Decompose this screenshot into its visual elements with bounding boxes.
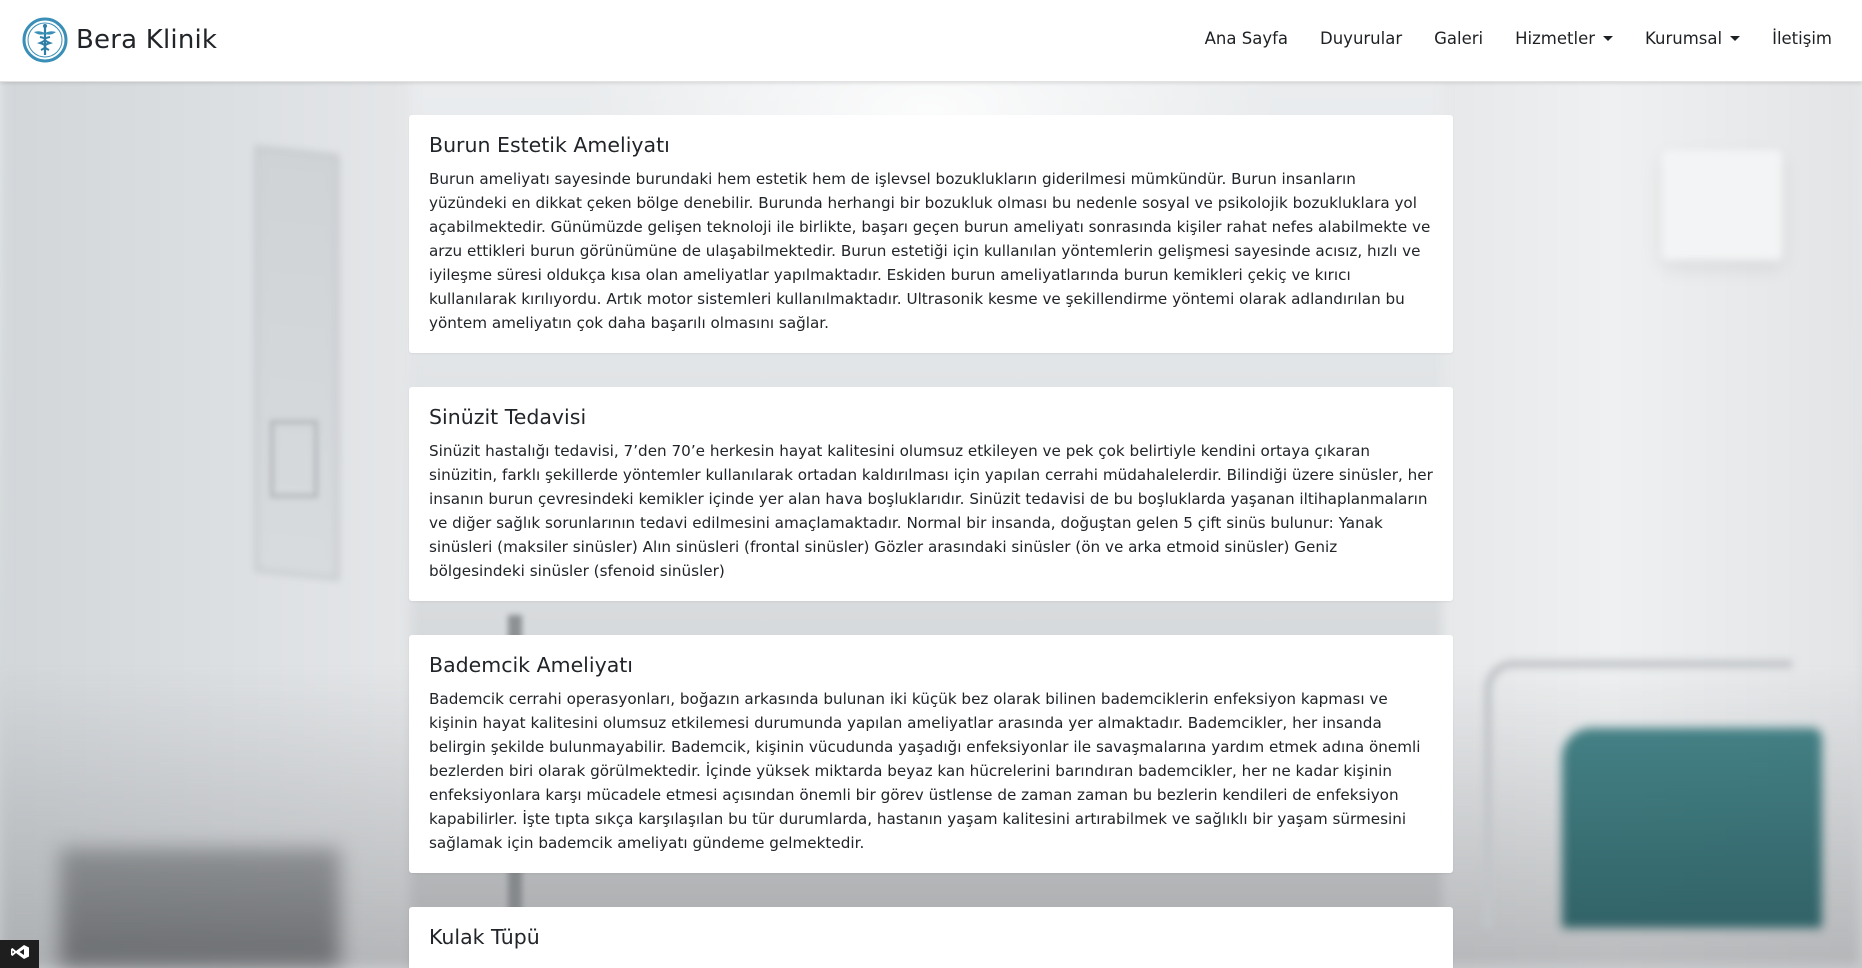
nav-item-label: Ana Sayfa (1204, 29, 1289, 48)
nav-item-label: İletişim (1772, 29, 1832, 48)
service-title: Burun Estetik Ameliyatı (429, 133, 670, 157)
service-card: Kulak Tüpü (409, 907, 1453, 968)
service-card: Bademcik Ameliyatı Bademcik cerrahi oper… (409, 635, 1453, 873)
nav-item-ana-sayfa[interactable]: Ana Sayfa (1205, 29, 1288, 48)
services-list: Burun Estetik Ameliyatı Burun ameliyatı … (409, 115, 1453, 968)
brand-name: Bera Klinik (76, 25, 218, 55)
background-frame (255, 145, 339, 581)
nav-item-label: Kurumsal (1645, 29, 1723, 48)
nav-item-iletisim[interactable]: İletişim (1772, 29, 1832, 48)
background-frame-detail (270, 420, 318, 498)
caret-down-icon (1730, 36, 1741, 41)
nav-item-label: Hizmetler (1515, 29, 1596, 48)
navbar: Bera Klinik Ana Sayfa Duyurular Galeri H… (0, 0, 1862, 82)
background-chair (60, 848, 340, 968)
nav-dropdown-hizmetler[interactable]: Hizmetler (1515, 29, 1614, 48)
nav-item-galeri[interactable]: Galeri (1434, 29, 1483, 48)
service-text: Bademcik cerrahi operasyonları, boğazın … (429, 690, 1421, 852)
nav-item-label: Galeri (1434, 29, 1484, 48)
service-title: Kulak Tüpü (429, 925, 540, 949)
nav-dropdown-kurumsal[interactable]: Kurumsal (1645, 29, 1741, 48)
nav-item-label: Duyurular (1320, 29, 1403, 48)
caduceus-icon (22, 17, 68, 63)
caret-down-icon (1603, 36, 1614, 41)
service-card: Sinüzit Tedavisi Sinüzit hastalığı tedav… (409, 387, 1453, 601)
service-text: Burun ameliyatı sayesinde burundaki hem … (429, 170, 1431, 332)
service-title: Sinüzit Tedavisi (429, 405, 587, 429)
visual-studio-icon (10, 944, 30, 964)
service-title: Bademcik Ameliyatı (429, 653, 633, 677)
nav-item-duyurular[interactable]: Duyurular (1320, 29, 1402, 48)
background-bed-seat (1562, 728, 1822, 928)
service-card: Burun Estetik Ameliyatı Burun ameliyatı … (409, 115, 1453, 353)
service-text: Sinüzit hastalığı tedavisi, 7’den 70’e h… (429, 442, 1433, 580)
background-cabinet (1662, 150, 1782, 260)
visual-studio-badge[interactable] (0, 940, 39, 968)
brand-link[interactable]: Bera Klinik (22, 15, 217, 65)
main-nav: Ana Sayfa Duyurular Galeri Hizmetler Kur… (1173, 0, 1832, 77)
